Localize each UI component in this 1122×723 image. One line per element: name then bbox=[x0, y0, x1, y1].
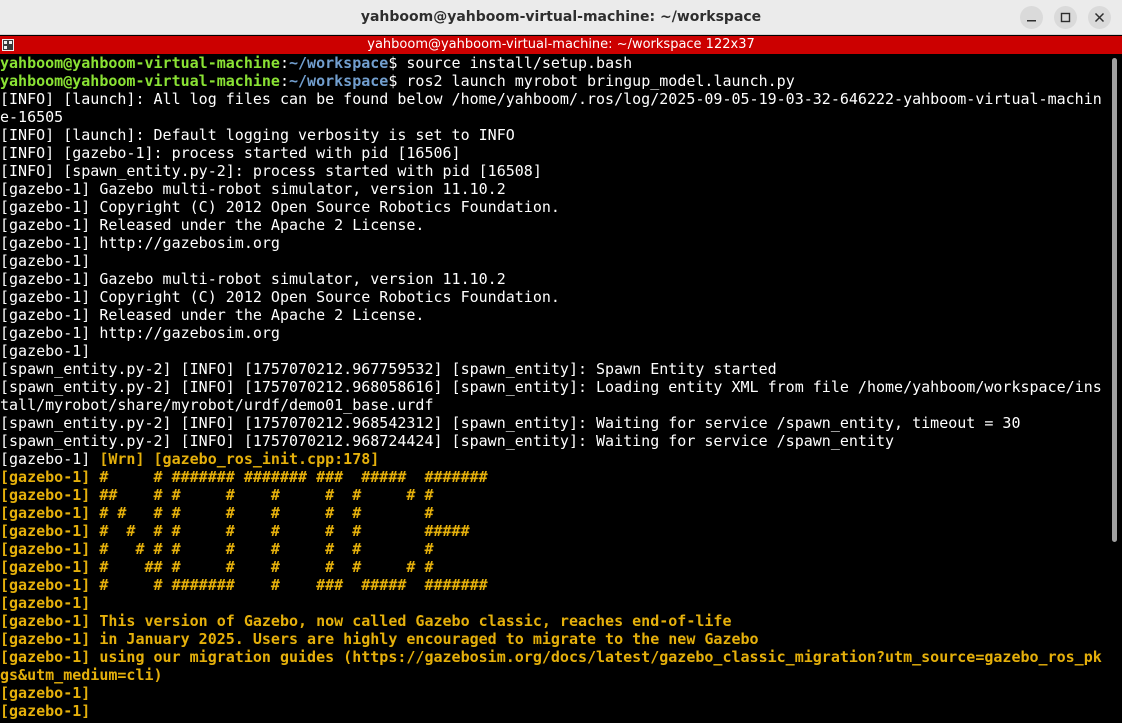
log-warning: [gazebo-1] # # # # # # # # # bbox=[0, 504, 434, 522]
log-text: [spawn_entity.py-2] [INFO] [1757070212.9… bbox=[0, 360, 777, 378]
prompt-symbol: $ bbox=[388, 72, 407, 90]
terminal-line: [gazebo-1] Gazebo multi-robot simulator,… bbox=[0, 270, 1108, 288]
terminal-scrollbar[interactable] bbox=[1108, 54, 1122, 723]
log-text: [INFO] [spawn_entity.py-2]: process star… bbox=[0, 162, 542, 180]
log-text: [gazebo-1] http://gazebosim.org bbox=[0, 324, 280, 342]
terminal-line: [gazebo-1] # # # # # # # # ##### bbox=[0, 522, 1108, 540]
prompt-separator: : bbox=[279, 72, 289, 90]
window-titlebar[interactable]: yahboom@yahboom-virtual-machine: ~/works… bbox=[0, 0, 1122, 35]
terminal-line: [INFO] [launch]: All log files can be fo… bbox=[0, 90, 1108, 108]
minimize-icon bbox=[1027, 20, 1036, 22]
log-warning: [gazebo-1] using our migration guides (h… bbox=[0, 648, 1102, 666]
log-text: [gazebo-1] Gazebo multi-robot simulator,… bbox=[0, 180, 506, 198]
log-warning: [gazebo-1] # ## # # # # # # # bbox=[0, 558, 434, 576]
prompt-path: ~/workspace bbox=[289, 54, 389, 72]
log-warning: gs&utm_medium=cli) bbox=[0, 666, 163, 684]
log-text: [INFO] [launch]: Default logging verbosi… bbox=[0, 126, 515, 144]
log-text: [gazebo-1] Released under the Apache 2 L… bbox=[0, 216, 425, 234]
terminal-line: [INFO] [launch]: Default logging verbosi… bbox=[0, 126, 1108, 144]
prompt-symbol: $ bbox=[388, 54, 407, 72]
log-warning: [gazebo-1] in January 2025. Users are hi… bbox=[0, 630, 759, 648]
minimize-button[interactable] bbox=[1020, 6, 1043, 29]
terminal-line: [gazebo-1] in January 2025. Users are hi… bbox=[0, 630, 1108, 648]
terminal-line: e-16505 bbox=[0, 108, 1108, 126]
terminal-line: gs&utm_medium=cli) bbox=[0, 666, 1108, 684]
terminal-line: [gazebo-1] Copyright (C) 2012 Open Sourc… bbox=[0, 198, 1108, 216]
terminal-line: [spawn_entity.py-2] [INFO] [1757070212.9… bbox=[0, 360, 1108, 378]
log-text: [gazebo-1] Copyright (C) 2012 Open Sourc… bbox=[0, 288, 560, 306]
terminal-line: [gazebo-1] bbox=[0, 252, 1108, 270]
scrollbar-thumb[interactable] bbox=[1112, 58, 1117, 542]
tmux-title: yahboom@yahboom-virtual-machine: ~/works… bbox=[367, 37, 755, 52]
prompt-command: source install/setup.bash bbox=[406, 54, 633, 72]
terminal-line: [gazebo-1] Released under the Apache 2 L… bbox=[0, 216, 1108, 234]
log-text: [gazebo-1] bbox=[0, 252, 91, 270]
terminal-line: [gazebo-1] bbox=[0, 684, 1108, 702]
log-warning: [gazebo-1] This version of Gazebo, now c… bbox=[0, 612, 732, 630]
log-warning: [Wrn] [gazebo_ros_init.cpp:178] bbox=[99, 450, 380, 468]
terminal-line: [spawn_entity.py-2] [INFO] [1757070212.9… bbox=[0, 414, 1108, 432]
close-icon bbox=[1094, 12, 1105, 23]
terminal-line: tall/myrobot/share/myrobot/urdf/demo01_b… bbox=[0, 396, 1108, 414]
log-warning: [gazebo-1] # # ####### ####### ### #####… bbox=[0, 468, 488, 486]
terminal-line: [spawn_entity.py-2] [INFO] [1757070212.9… bbox=[0, 432, 1108, 450]
log-text: [INFO] [gazebo-1]: process started with … bbox=[0, 144, 461, 162]
log-text: [gazebo-1] http://gazebosim.org bbox=[0, 234, 280, 252]
terminal-line: [gazebo-1] # # ####### ####### ### #####… bbox=[0, 468, 1108, 486]
log-text: [spawn_entity.py-2] [INFO] [1757070212.9… bbox=[0, 378, 1102, 396]
terminal-line: [gazebo-1] # # ####### # ### ##### #####… bbox=[0, 576, 1108, 594]
log-warning: [gazebo-1] bbox=[0, 702, 91, 720]
terminal-output[interactable]: yahboom@yahboom-virtual-machine:~/worksp… bbox=[0, 54, 1108, 723]
log-prefix: [gazebo-1] bbox=[0, 450, 100, 468]
terminal-line: [gazebo-1] This version of Gazebo, now c… bbox=[0, 612, 1108, 630]
log-warning: [gazebo-1] bbox=[0, 594, 91, 612]
log-text: tall/myrobot/share/myrobot/urdf/demo01_b… bbox=[0, 396, 434, 414]
log-text: e-16505 bbox=[0, 108, 64, 126]
prompt-command: ros2 launch myrobot bringup_model.launch… bbox=[406, 72, 795, 90]
terminal-line: [gazebo-1] using our migration guides (h… bbox=[0, 648, 1108, 666]
terminal-line: [gazebo-1] http://gazebosim.org bbox=[0, 234, 1108, 252]
terminal-line: [gazebo-1] Released under the Apache 2 L… bbox=[0, 306, 1108, 324]
prompt-user: yahboom@yahboom-virtual-machine bbox=[0, 72, 280, 90]
log-text: [gazebo-1] Released under the Apache 2 L… bbox=[0, 306, 425, 324]
maximize-icon bbox=[1060, 12, 1071, 23]
terminal-line: [spawn_entity.py-2] [INFO] [1757070212.9… bbox=[0, 378, 1108, 396]
log-text: [gazebo-1] Gazebo multi-robot simulator,… bbox=[0, 270, 506, 288]
terminal-line: [gazebo-1] [Wrn] [gazebo_ros_init.cpp:17… bbox=[0, 450, 1108, 468]
terminal-line: yahboom@yahboom-virtual-machine:~/worksp… bbox=[0, 54, 1108, 72]
terminal-line: [gazebo-1] ## # # # # # # # # bbox=[0, 486, 1108, 504]
prompt-separator: : bbox=[279, 54, 289, 72]
terminal-line: [gazebo-1] # ## # # # # # # # bbox=[0, 558, 1108, 576]
prompt-path: ~/workspace bbox=[289, 72, 389, 90]
log-warning: [gazebo-1] # # ####### # ### ##### #####… bbox=[0, 576, 488, 594]
terminal-line: [gazebo-1] # # # # # # # # # bbox=[0, 504, 1108, 522]
log-text: [gazebo-1] bbox=[0, 342, 91, 360]
prompt-user: yahboom@yahboom-virtual-machine bbox=[0, 54, 280, 72]
terminal-line: [gazebo-1] bbox=[0, 594, 1108, 612]
terminal-line: [gazebo-1] # # # # # # # # # bbox=[0, 540, 1108, 558]
log-warning: [gazebo-1] bbox=[0, 684, 91, 702]
log-warning: [gazebo-1] # # # # # # # # # bbox=[0, 540, 434, 558]
close-button[interactable] bbox=[1088, 6, 1111, 29]
window-title: yahboom@yahboom-virtual-machine: ~/works… bbox=[360, 9, 762, 25]
terminal-line: [INFO] [spawn_entity.py-2]: process star… bbox=[0, 162, 1108, 180]
terminal-line: [INFO] [gazebo-1]: process started with … bbox=[0, 144, 1108, 162]
terminal-line: [gazebo-1] Gazebo multi-robot simulator,… bbox=[0, 180, 1108, 198]
log-warning: [gazebo-1] ## # # # # # # # # bbox=[0, 486, 434, 504]
log-text: [gazebo-1] Copyright (C) 2012 Open Sourc… bbox=[0, 198, 560, 216]
log-text: [spawn_entity.py-2] [INFO] [1757070212.9… bbox=[0, 432, 895, 450]
terminal-line: [gazebo-1] bbox=[0, 342, 1108, 360]
log-text: [spawn_entity.py-2] [INFO] [1757070212.9… bbox=[0, 414, 1021, 432]
terminal-line: [gazebo-1] bbox=[0, 702, 1108, 720]
terminal-line: [gazebo-1] http://gazebosim.org bbox=[0, 324, 1108, 342]
terminal-line: [gazebo-1] Copyright (C) 2012 Open Sourc… bbox=[0, 288, 1108, 306]
tmux-status-bar: yahboom@yahboom-virtual-machine: ~/works… bbox=[0, 36, 1122, 54]
maximize-button[interactable] bbox=[1054, 6, 1077, 29]
log-warning: [gazebo-1] # # # # # # # # ##### bbox=[0, 522, 470, 540]
terminal-line: yahboom@yahboom-virtual-machine:~/worksp… bbox=[0, 72, 1108, 90]
log-text: [INFO] [launch]: All log files can be fo… bbox=[0, 90, 1102, 108]
